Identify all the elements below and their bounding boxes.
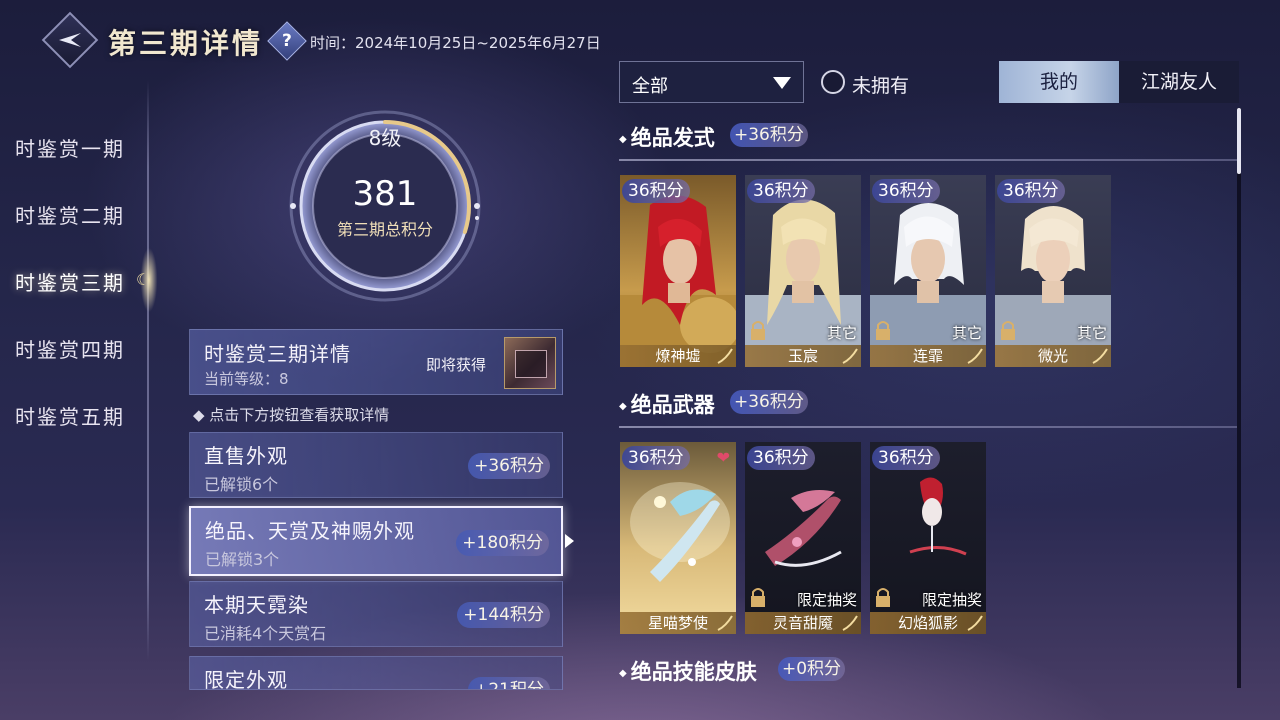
item-points: 36积分 [622, 179, 690, 203]
item-card[interactable]: 36积分 燎神墟 [620, 175, 736, 367]
category-points: +36积分 [468, 453, 550, 479]
item-tag: 限定抽奖 [921, 591, 982, 609]
corner-ornament-icon [717, 615, 733, 631]
page-title: 第三期详情 [108, 27, 264, 60]
item-points: 36积分 [872, 179, 940, 203]
section-title-text: 绝品武器 [630, 392, 715, 417]
section-title-text: 绝品技能皮肤 [630, 659, 757, 684]
item-points: 36积分 [747, 179, 815, 203]
help-button[interactable]: ? [267, 21, 307, 61]
item-points: 36积分 [872, 446, 940, 470]
lock-icon [1001, 321, 1015, 340]
category-card-dye[interactable]: 本期天霓染 已消耗4个天赏石 +144积分 [189, 581, 563, 647]
item-card[interactable]: 36积分 限定抽奖 幻焰狐影 [870, 442, 986, 634]
weapon-star-cat [630, 482, 730, 582]
nav-item-period-3[interactable]: 时鉴赏三期 [15, 267, 125, 296]
lock-icon [751, 321, 765, 340]
section-title-weapon: ◆ 绝品武器 [619, 389, 715, 419]
unowned-radio[interactable] [821, 70, 845, 94]
section-points: +36积分 [730, 123, 808, 147]
section-title-skill-skin: ◆ 绝品技能皮肤 [619, 656, 757, 686]
item-card[interactable]: 36积分 其它 连霏 [870, 175, 986, 367]
diamond-icon: ◆ [619, 134, 627, 145]
item-tag: 其它 [1076, 324, 1107, 342]
level-ring: 8级 381 第三期总积分 [287, 108, 483, 304]
filter-value: 全部 [632, 76, 668, 97]
category-title: 直售外观 [204, 444, 288, 468]
crescent-moon-icon: ☾ [136, 270, 151, 289]
category-subtitle: 已解锁3个 [205, 550, 280, 569]
dropdown-caret-icon [773, 77, 791, 89]
nav-item-period-2[interactable]: 时鉴赏二期 [15, 200, 125, 229]
back-arrow-icon [59, 33, 81, 47]
corner-ornament-icon [717, 348, 733, 364]
section-title-hair: ◆ 绝品发式 [619, 122, 715, 152]
nav-item-period-5[interactable]: 时鉴赏五期 [15, 401, 125, 430]
upcoming-reward-label: 即将获得 [426, 356, 487, 374]
nav-item-period-1[interactable]: 时鉴赏一期 [15, 133, 125, 162]
nav-item-period-4[interactable]: 时鉴赏四期 [15, 334, 125, 363]
corner-ornament-icon [842, 348, 858, 364]
filter-dropdown[interactable]: 全部 [619, 61, 804, 103]
hint-text: ◆ 点击下方按钮查看获取详情 [193, 406, 390, 424]
question-icon: ? [282, 31, 292, 51]
ring-score: 381 [352, 174, 418, 214]
item-card[interactable]: 36积分 其它 玉宸 [745, 175, 861, 367]
selected-arrow-icon [565, 534, 574, 548]
section-points: +36积分 [730, 390, 808, 414]
category-card-premium[interactable]: 绝品、天赏及神赐外观 已解锁3个 +180积分 [189, 506, 563, 576]
category-points: +21积分 [468, 677, 550, 689]
section-divider [619, 159, 1237, 161]
corner-ornament-icon [967, 615, 983, 631]
category-subtitle: 已解锁6个 [204, 475, 279, 494]
category-subtitle: 已消耗4个天赏石 [204, 624, 327, 643]
section-divider [619, 426, 1237, 428]
item-points: 36积分 [747, 446, 815, 470]
summary-card[interactable]: 时鉴赏三期详情 当前等级：8 即将获得 [189, 329, 563, 395]
section-points: +0积分 [778, 657, 846, 681]
tab-mine[interactable]: 我的 [999, 61, 1119, 103]
corner-ornament-icon [1092, 348, 1108, 364]
category-title: 限定外观 [204, 668, 288, 690]
corner-ornament-icon [842, 615, 858, 631]
lock-icon [751, 588, 765, 607]
unowned-label[interactable]: 未拥有 [852, 71, 909, 98]
tab-friends[interactable]: 江湖友人 [1119, 61, 1239, 103]
lock-icon [876, 321, 890, 340]
item-tag: 其它 [951, 324, 982, 342]
ring-level: 8级 [368, 126, 402, 150]
category-title: 本期天霓染 [204, 593, 309, 617]
category-points: +180积分 [456, 530, 549, 556]
summary-level: 当前等级：8 [204, 370, 289, 388]
category-card-direct-sale[interactable]: 直售外观 已解锁6个 +36积分 [189, 432, 563, 498]
scrollbar-track[interactable] [1237, 108, 1241, 688]
item-card[interactable]: 36积分 限定抽奖 灵音甜魇 [745, 442, 861, 634]
section-title-text: 绝品发式 [630, 125, 715, 150]
period-text: 时间：2024年10月25日~2025年6月27日 [310, 34, 601, 52]
heart-icon[interactable]: ❤ [717, 448, 730, 467]
category-points: +144积分 [457, 602, 550, 628]
corner-ornament-icon [967, 348, 983, 364]
category-card-limited[interactable]: 限定外观 +21积分 [189, 656, 563, 690]
item-card[interactable]: 36积分 ❤ 星喵梦使 [620, 442, 736, 634]
lock-icon [876, 588, 890, 607]
scrollbar-thumb[interactable] [1237, 108, 1241, 174]
item-tag: 限定抽奖 [796, 591, 857, 609]
diamond-icon: ◆ [619, 668, 627, 679]
upcoming-reward-icon[interactable] [504, 337, 556, 389]
diamond-icon: ◆ [619, 401, 627, 412]
ring-label: 第三期总积分 [336, 220, 433, 239]
item-points: 36积分 [622, 446, 690, 470]
back-button[interactable] [41, 11, 99, 69]
nav-divider [147, 80, 149, 660]
item-card[interactable]: 36积分 其它 微光 [995, 175, 1111, 367]
item-tag: 其它 [826, 324, 857, 342]
item-points: 36积分 [997, 179, 1065, 203]
category-title: 绝品、天赏及神赐外观 [205, 519, 415, 543]
portrait-red-hair [620, 195, 736, 367]
summary-title: 时鉴赏三期详情 [204, 342, 351, 366]
